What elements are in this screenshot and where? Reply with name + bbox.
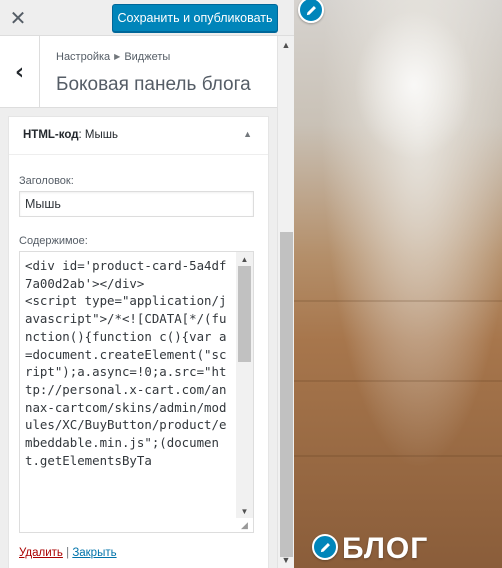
widget-actions: Удалить | Закрыть [19,547,117,559]
html-widget: HTML-код: Мышь ▲ Заголовок: Содержимое: … [8,116,269,568]
scroll-up-icon[interactable]: ▲ [278,36,294,53]
scroll-up-icon[interactable]: ▲ [236,252,253,266]
widget-title: HTML-код: Мышь [23,129,118,141]
wood-grain [294,380,502,382]
collapse-arrow-icon[interactable]: ▲ [243,129,252,139]
widget-header[interactable]: HTML-код: Мышь ▲ [9,117,268,155]
delete-link[interactable]: Удалить [19,547,63,559]
panel-title: Боковая панель блога [56,74,251,95]
blog-title[interactable]: БЛОГ [342,532,428,566]
close-icon[interactable]: ✕ [0,0,36,36]
background-light [354,10,474,160]
chevron-left-icon: ‹ [14,59,25,85]
title-input[interactable] [19,191,254,217]
sidebar-scroll-thumb[interactable] [280,232,293,557]
breadcrumb-current: Виджеты [124,51,171,63]
textarea-scrollbar[interactable]: ▲ ▼ [236,252,253,518]
edit-pencil-icon[interactable] [312,534,338,560]
wood-grain [294,455,502,457]
triangle-right-icon: ▶ [114,52,121,61]
close-link[interactable]: Закрыть [72,547,116,559]
panel-header: ‹ Настройка ▶ Виджеты Боковая панель блога [0,36,277,108]
textarea-scroll-thumb[interactable] [238,266,251,362]
scroll-down-icon[interactable]: ▼ [236,504,253,518]
breadcrumb: Настройка ▶ Виджеты [56,51,170,63]
content-code: <div id='product-card-5a4df7a00d2ab'></d… [25,258,227,468]
breadcrumb-root: Настройка [56,51,111,63]
sidebar-scroll-area: ‹ Настройка ▶ Виджеты Боковая панель блога… [0,36,294,568]
customizer-sidebar: ✕ Сохранить и опубликовать ‹ Настройка ▶ В… [0,0,294,568]
site-preview: БЛОГ [294,0,502,568]
resize-grip-icon[interactable]: ◢ [241,520,251,530]
customizer-topbar: ✕ Сохранить и опубликовать [0,0,294,36]
sidebar-scrollbar[interactable]: ▲ ▼ [277,36,294,568]
widget-type: HTML-код [23,129,79,141]
content-textarea[interactable]: <div id='product-card-5a4df7a00d2ab'></d… [19,251,254,533]
scroll-down-icon[interactable]: ▼ [278,551,294,568]
widget-name: : Мышь [78,129,118,141]
title-label: Заголовок: [19,175,74,187]
wood-grain [294,300,502,302]
publish-button[interactable]: Сохранить и опубликовать [112,4,278,32]
edit-pencil-icon[interactable] [298,0,324,23]
back-button[interactable]: ‹ [0,36,40,108]
content-label: Содержимое: [19,235,88,247]
actions-separator: | [66,547,70,559]
